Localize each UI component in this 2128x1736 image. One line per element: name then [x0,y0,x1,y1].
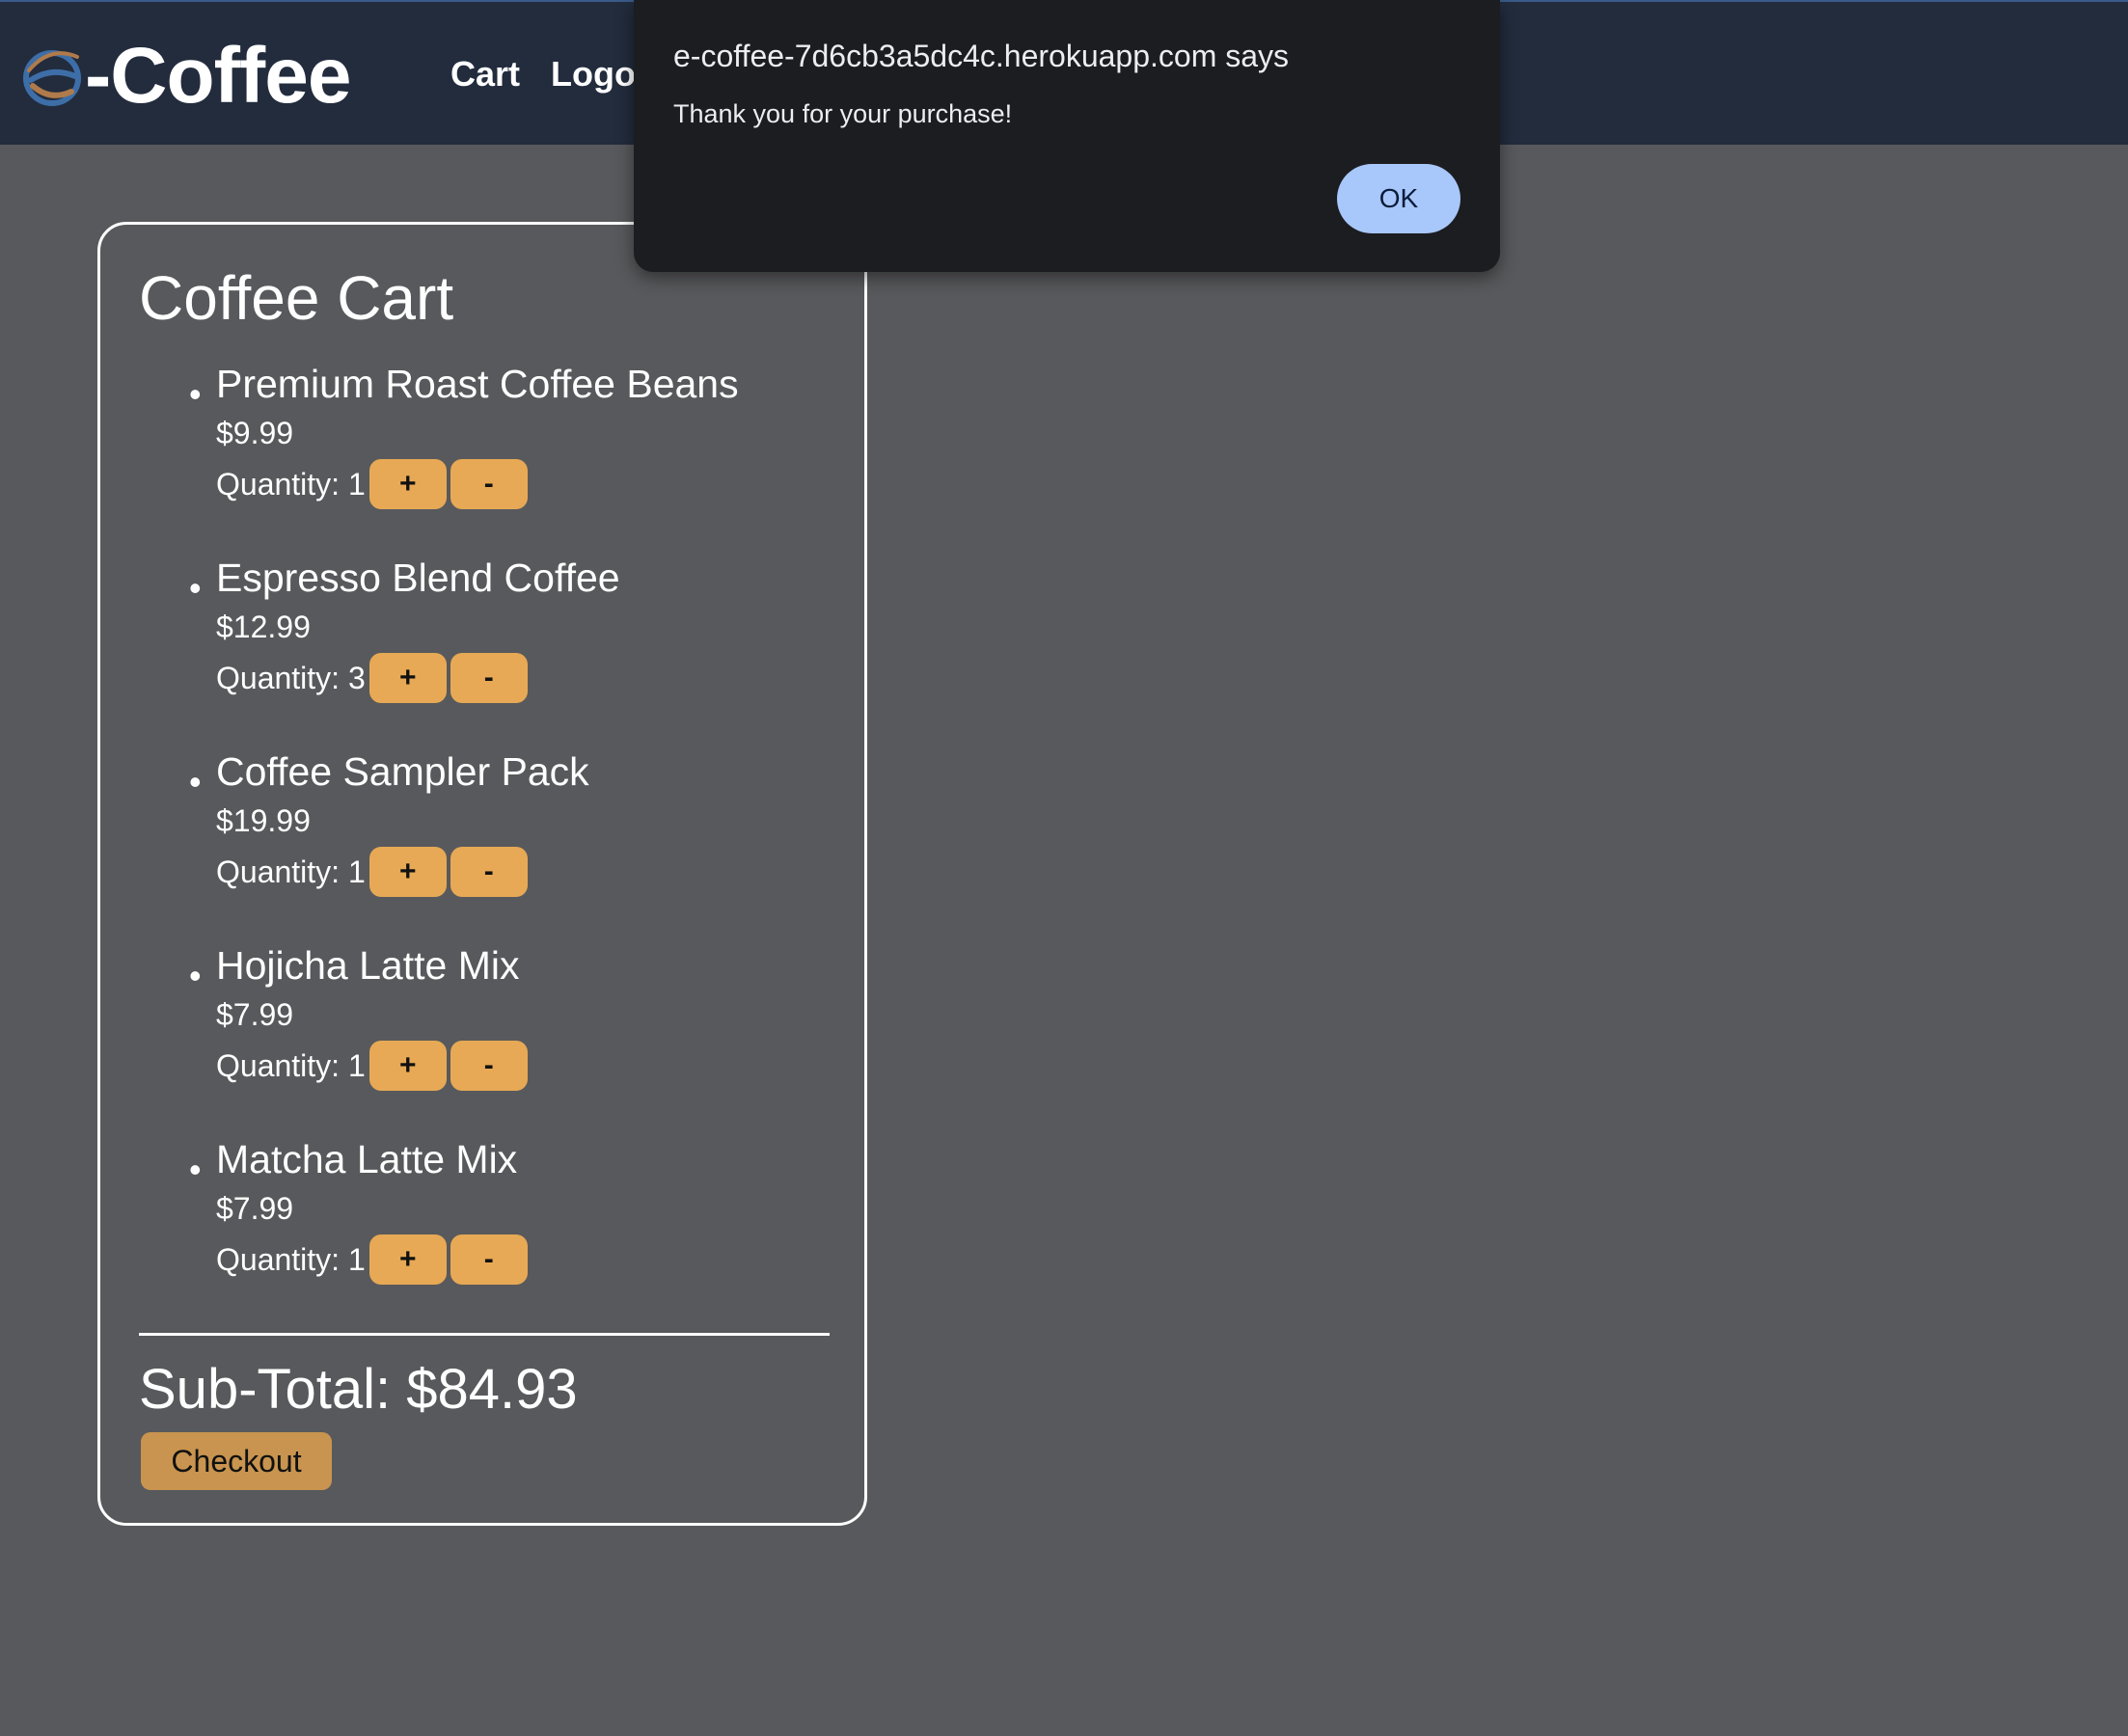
cart-item-list: • Premium Roast Coffee Beans $9.99 Quant… [100,360,864,1329]
cart-item: • Espresso Blend Coffee $12.99 Quantity:… [100,554,864,747]
quantity-label: Quantity: 1 [216,467,366,502]
quantity-row: Quantity: 1 + - [216,1234,864,1286]
item-price: $19.99 [216,803,311,838]
item-name: Matcha Latte Mix [216,1137,518,1181]
item-name: Hojicha Latte Mix [216,943,520,988]
dialog-title: e-coffee-7d6cb3a5dc4c.herokuapp.com says [673,39,1290,73]
decrease-quantity-button[interactable]: - [450,1234,528,1285]
item-price: $12.99 [216,610,311,644]
cart-item: • Premium Roast Coffee Beans $9.99 Quant… [100,360,864,554]
decrease-quantity-button[interactable]: - [450,847,528,897]
quantity-label: Quantity: 3 [216,661,366,695]
cart-item: • Hojicha Latte Mix $7.99 Quantity: 1 + … [100,941,864,1135]
e-coffee-logo-icon [23,50,81,106]
cart-item: • Coffee Sampler Pack $19.99 Quantity: 1… [100,747,864,941]
quantity-row: Quantity: 1 + - [216,846,864,898]
checkout-button[interactable]: Checkout [141,1432,332,1490]
brand-logo[interactable]: -Coffee [21,32,351,120]
increase-quantity-button[interactable]: + [368,1041,447,1091]
quantity-row: Quantity: 3 + - [216,652,864,704]
quantity-label: Quantity: 1 [216,1242,366,1277]
quantity-row: Quantity: 1 + - [216,1040,864,1092]
list-bullet: • [189,568,202,608]
item-name: Coffee Sampler Pack [216,749,589,794]
item-name: Premium Roast Coffee Beans [216,362,739,406]
item-price: $9.99 [216,416,294,450]
item-price: $7.99 [216,1191,294,1226]
decrease-quantity-button[interactable]: - [450,653,528,703]
item-name: Espresso Blend Coffee [216,556,620,600]
subtotal-divider [139,1333,830,1336]
quantity-label: Quantity: 1 [216,1048,366,1083]
quantity-label: Quantity: 1 [216,854,366,889]
dialog-message: Thank you for your purchase! [673,99,1013,128]
list-bullet: • [189,374,202,414]
decrease-quantity-button[interactable]: - [450,1041,528,1091]
increase-quantity-button[interactable]: + [368,653,447,703]
list-bullet: • [189,1150,202,1189]
cart-item: • Matcha Latte Mix $7.99 Quantity: 1 + - [100,1135,864,1329]
main-nav: Cart Logo [450,50,636,98]
coffee-cart-panel: Coffee Cart • Premium Roast Coffee Beans… [97,222,867,1526]
nav-link-cart[interactable]: Cart [450,50,520,98]
brand-name: -Coffee [85,32,351,120]
list-bullet: • [189,956,202,995]
alert-dialog: e-coffee-7d6cb3a5dc4c.herokuapp.com says… [634,0,1500,272]
increase-quantity-button[interactable]: + [368,1234,447,1285]
decrease-quantity-button[interactable]: - [450,459,528,509]
list-bullet: • [189,762,202,801]
cart-title: Coffee Cart [139,263,454,333]
increase-quantity-button[interactable]: + [368,459,447,509]
increase-quantity-button[interactable]: + [368,847,447,897]
item-price: $7.99 [216,997,294,1032]
subtotal-text: Sub-Total: $84.93 [139,1358,578,1421]
nav-link-logout[interactable]: Logo [551,50,636,98]
quantity-row: Quantity: 1 + - [216,458,864,510]
ok-button[interactable]: OK [1337,164,1460,233]
